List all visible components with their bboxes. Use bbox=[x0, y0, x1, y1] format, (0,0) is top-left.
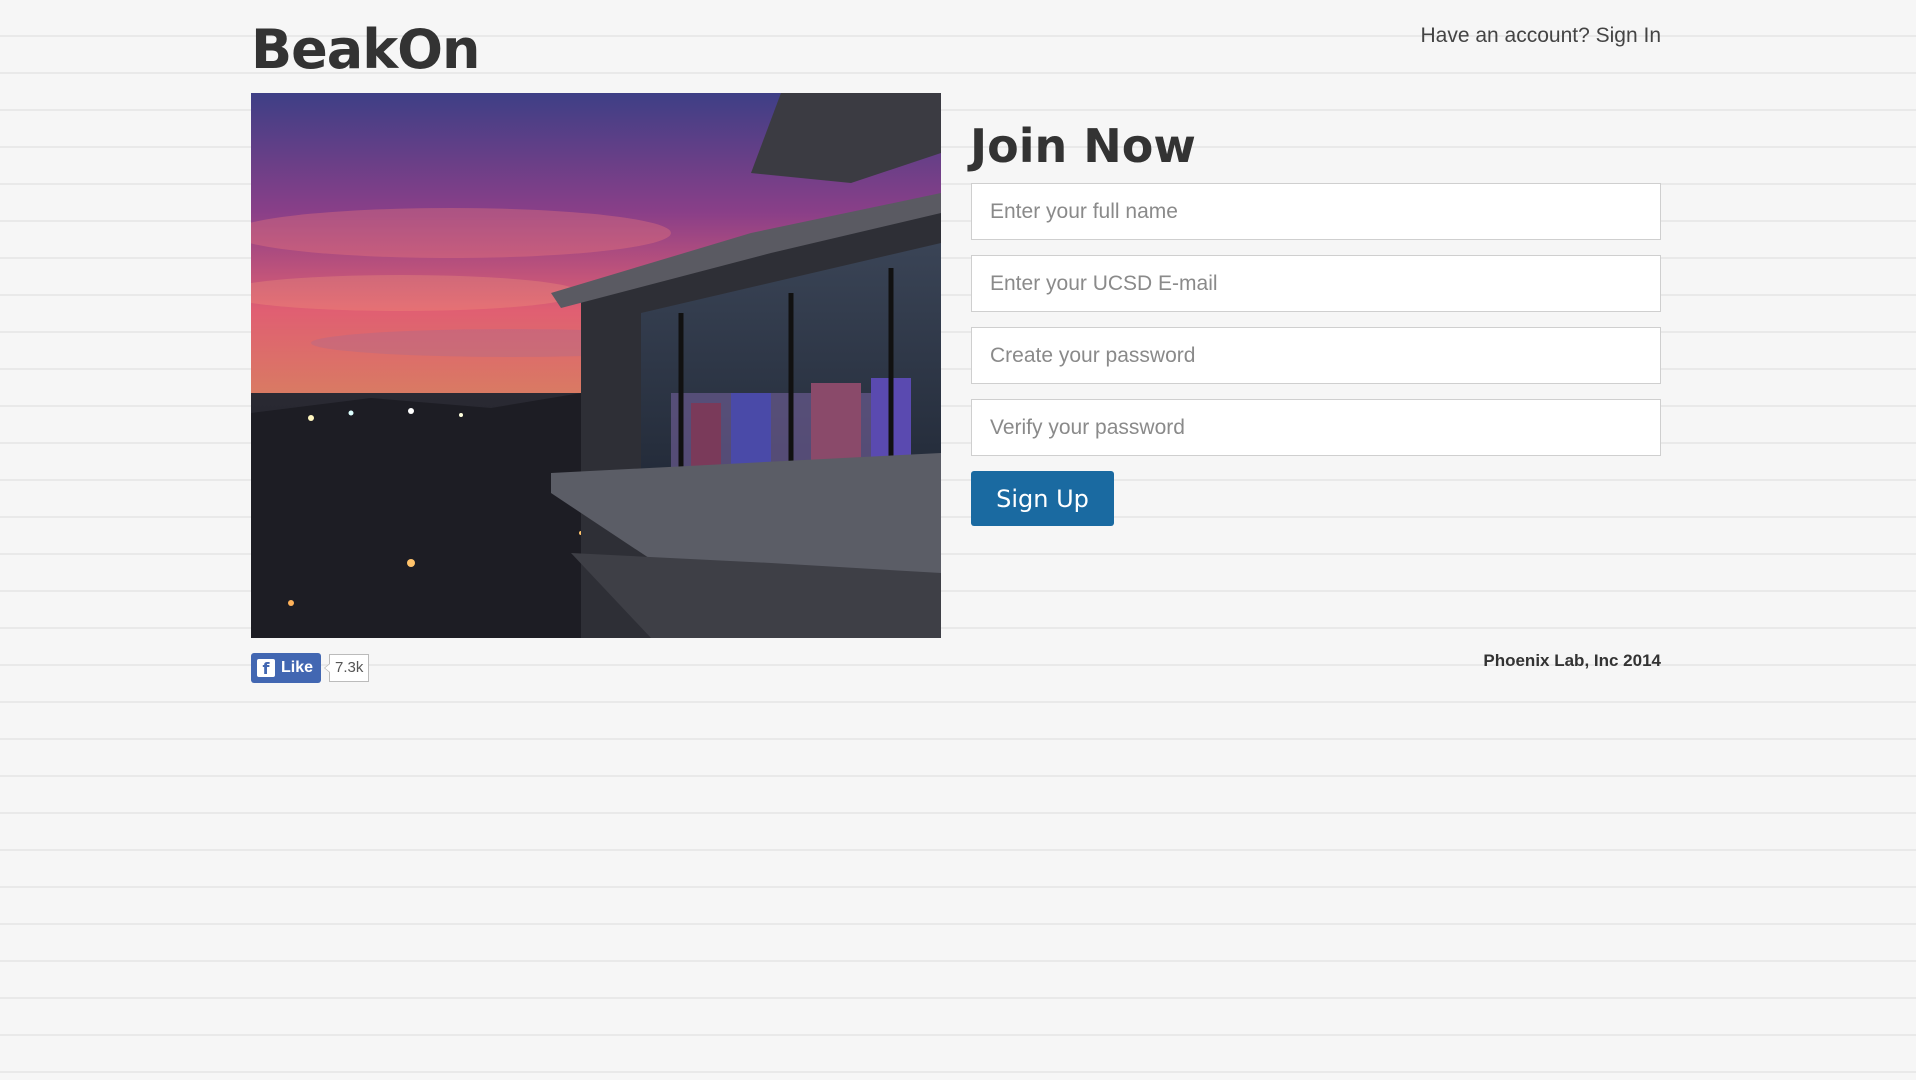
sign-up-button[interactable]: Sign Up bbox=[971, 471, 1114, 526]
sign-in-link[interactable]: Have an account? Sign In bbox=[1421, 24, 1662, 48]
facebook-like-label: Like bbox=[281, 659, 314, 676]
verify-password-input[interactable] bbox=[971, 399, 1661, 456]
join-now-title: Join Now bbox=[970, 119, 1196, 173]
footer-copyright: Phoenix Lab, Inc 2014 bbox=[1483, 651, 1661, 670]
brand-logo[interactable]: BeakOn bbox=[251, 14, 480, 86]
full-name-input[interactable] bbox=[971, 183, 1661, 240]
password-input[interactable] bbox=[971, 327, 1661, 384]
facebook-like-button[interactable]: f Like bbox=[251, 653, 322, 683]
facebook-icon: f bbox=[257, 659, 275, 678]
facebook-like-count: 7.3k bbox=[323, 654, 370, 682]
facebook-like-widget: f Like 7.3k bbox=[251, 653, 370, 683]
hero-image bbox=[251, 93, 941, 638]
email-input[interactable] bbox=[971, 255, 1661, 312]
